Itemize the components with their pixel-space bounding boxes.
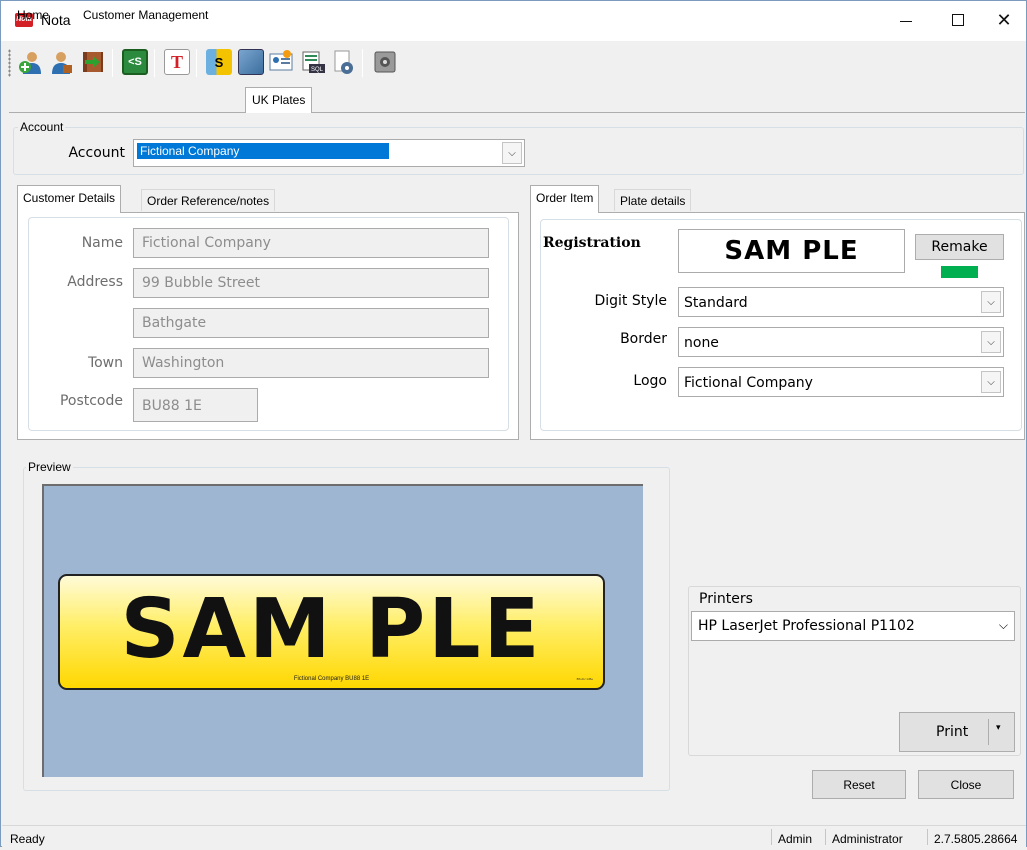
contacts-button[interactable] [266,47,296,77]
logo-select[interactable]: Fictional Company ⌵ [678,367,1004,397]
safe-icon [374,51,396,73]
plate-preview: SAM PLE Fictional Company BU88 1E BS AU … [58,574,605,690]
name-label: Name [81,235,123,251]
add-customer-button[interactable] [16,47,46,77]
printer-value: HP LaserJet Professional P1102 [698,618,915,634]
town-field[interactable]: Washington [133,348,489,378]
tab-plate-details[interactable]: Plate details [614,189,692,211]
back-icon: <S [122,49,148,75]
exit-icon [83,52,103,72]
address-line2-field[interactable]: Bathgate [133,308,489,338]
postcode-label: Postcode [59,393,123,409]
registration-label: Registration [543,235,641,251]
safe-button[interactable] [370,47,400,77]
contacts-icon [269,50,293,71]
s-icon: S [206,49,232,75]
toolbar-separator [154,49,155,77]
minimize-button[interactable] [883,1,929,39]
tab-home[interactable]: Home [11,5,55,25]
status-bar: Ready Admin Administrator 2.7.5805.28664 [2,825,1026,847]
tab-uk-plates[interactable]: UK Plates [245,87,313,113]
reset-button[interactable]: Reset [812,770,906,799]
back-button[interactable]: <S [120,47,150,77]
minimize-icon [900,20,912,22]
maximize-button[interactable] [935,1,981,39]
status-separator [771,829,772,845]
name-field[interactable]: Fictional Company [133,228,489,258]
svg-text:SQL: SQL [311,67,324,73]
tab-customer-management[interactable]: Customer Management [77,5,214,25]
border-value: none [684,335,719,351]
digit-style-value: Standard [684,295,748,311]
registration-field[interactable]: SAM PLE [678,229,905,273]
toolbar-separator [112,49,113,77]
tab-customer-details[interactable]: Customer Details [17,185,122,213]
remake-button[interactable]: Remake [915,234,1004,260]
chevron-down-icon[interactable]: ⌵ [981,331,1001,353]
text-button[interactable]: T [162,47,192,77]
plate-preview-text: SAM PLE [120,582,543,677]
border-label: Border [620,331,667,347]
app-window: Nota Nota ✕ <S T S SQL Home Customer Man… [0,0,1027,847]
account-value: Fictional Company [137,143,389,159]
logo-label: Logo [633,373,667,389]
exit-button[interactable] [78,47,108,77]
digit-style-select[interactable]: Standard ⌵ [678,287,1004,317]
chevron-down-icon: ⌵ [998,618,1008,632]
account-select[interactable]: Fictional Company ⌵ [133,139,525,167]
plates-button[interactable]: S [204,47,234,77]
caret-down-icon[interactable]: ▾ [996,723,1001,733]
status-separator [927,829,928,845]
chevron-down-icon[interactable]: ⌵ [981,291,1001,313]
toolbar: <S T S SQL [2,41,1026,85]
logo-value: Fictional Company [684,375,813,391]
address-line1-field[interactable]: 99 Bubble Street [133,268,489,298]
town-label: Town [87,355,123,371]
close-icon: ✕ [996,10,1012,30]
digit-style-label: Digit Style [594,293,667,309]
print-label: Print [936,724,969,740]
account-label: Account [68,145,125,161]
toolbar-separator [196,49,197,77]
maximize-icon [952,14,964,26]
chevron-down-icon[interactable]: ⌵ [981,371,1001,393]
plate-marker-text: BS AU 145e [576,677,593,681]
preview-canvas: SAM PLE Fictional Company BU88 1E BS AU … [42,484,643,777]
settings-button[interactable] [328,47,358,77]
border-select[interactable]: none ⌵ [678,327,1004,357]
print-button[interactable]: Print ▾ [899,712,1015,752]
printer-select[interactable]: HP LaserJet Professional P1102 ⌵ [691,611,1015,641]
tab-order-reference[interactable]: Order Reference/notes [141,189,276,211]
close-window-button[interactable]: ✕ [981,1,1027,39]
gallery-icon [238,49,264,75]
print-split-divider [988,719,989,745]
printers-label: Printers [699,591,753,607]
status-separator [825,829,826,845]
address-label: Address [67,274,123,290]
account-group-title: Account [18,120,66,134]
toolbar-separator [362,49,363,77]
tab-order-item[interactable]: Order Item [530,185,600,213]
toolbar-grip [8,49,11,77]
close-button[interactable]: Close [918,770,1014,799]
preview-title: Preview [26,460,73,474]
settings-icon [334,50,353,74]
postcode-field[interactable]: BU88 1E [133,388,258,422]
add-user-icon [19,52,41,74]
user-icon [52,52,72,74]
sql-icon: SQL [302,51,325,73]
text-icon: T [164,49,190,75]
status-indicator [941,266,978,278]
chevron-down-icon[interactable]: ⌵ [502,142,522,164]
sql-button[interactable]: SQL [298,47,328,77]
plate-footer-text: Fictional Company BU88 1E [293,676,370,682]
gallery-button[interactable] [236,47,266,77]
customer-button[interactable] [46,47,76,77]
